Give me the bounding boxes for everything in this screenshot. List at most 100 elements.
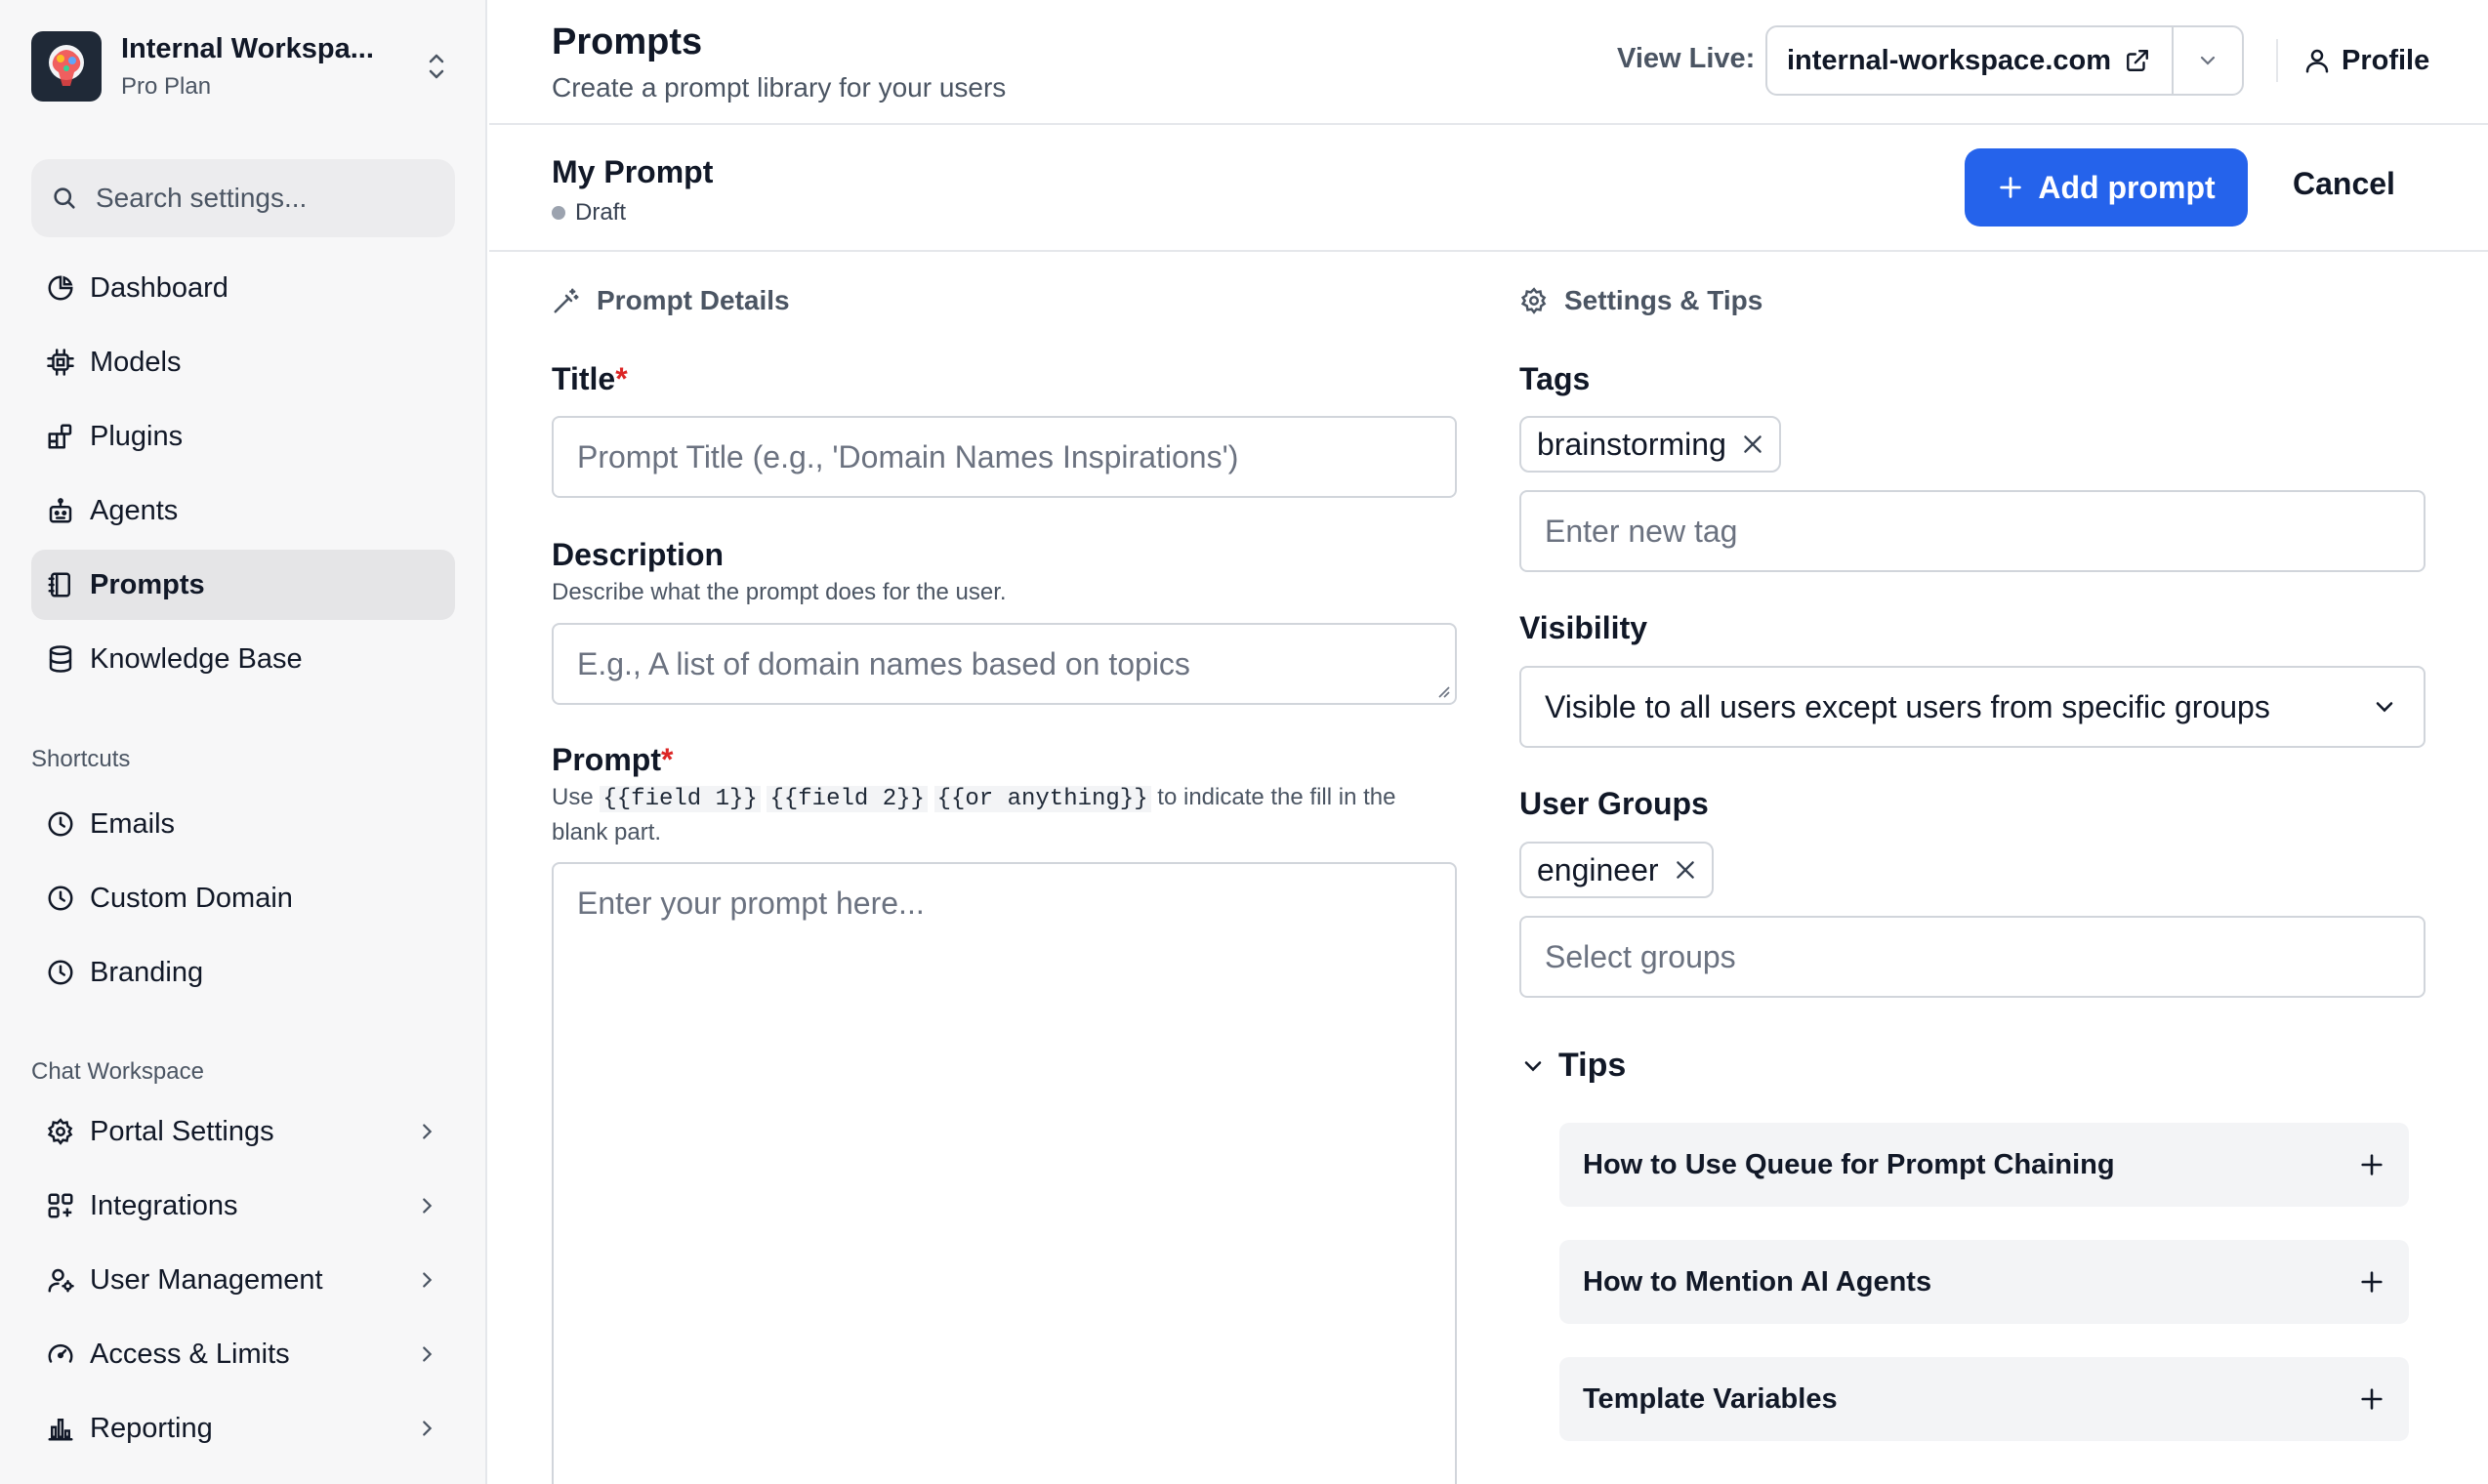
grid-icon <box>45 1190 76 1221</box>
sidebar-item-reporting[interactable]: Reporting <box>31 1393 455 1463</box>
description-label: Description <box>552 537 725 572</box>
open-live-site-button[interactable]: internal-workspace.com <box>1767 27 2174 94</box>
sidebar-item-integrations[interactable]: Integrations <box>31 1171 455 1241</box>
new-tag-input[interactable]: Enter new tag <box>1519 490 2426 572</box>
dashboard-icon <box>45 272 76 304</box>
page-subtitle: Create a prompt library for your users <box>552 72 1007 103</box>
workspace-plan: Pro Plan <box>121 72 212 100</box>
status-text: Draft <box>575 199 627 226</box>
title-label: Title* <box>552 361 628 396</box>
workspace-name: Internal Workspa... <box>121 32 374 64</box>
status-dot <box>552 206 565 220</box>
prompt-details-title: Prompt Details <box>597 285 790 315</box>
sidebar-item-branding[interactable]: Branding <box>31 937 455 1008</box>
sidebar-item-prompts[interactable]: Prompts <box>31 550 455 620</box>
view-live-label: View Live: <box>1617 43 1756 74</box>
plus-icon <box>2358 1268 2385 1296</box>
chevrons-up-down-icon[interactable] <box>417 47 456 86</box>
groups-placeholder: Select groups <box>1545 938 1736 974</box>
tips-label: Tips <box>1558 1047 1627 1084</box>
sidebar-item-emails[interactable]: Emails <box>31 789 455 859</box>
plus-icon <box>1997 174 2038 201</box>
prompt-help: Use {{field 1}} {{field 2}} {{or anythin… <box>552 784 1396 845</box>
page-header: Prompts Create a prompt library for your… <box>489 0 2488 125</box>
sidebar-item-portal-settings[interactable]: Portal Settings <box>31 1096 455 1167</box>
cancel-button[interactable]: Cancel <box>2293 166 2395 202</box>
clock-icon <box>45 957 76 988</box>
profile-label: Profile <box>2342 44 2430 76</box>
tip-accordion-item[interactable]: Template Variables <box>1559 1357 2409 1441</box>
sidebar-item-access-limits[interactable]: Access & Limits <box>31 1319 455 1389</box>
chat-workspace-nav: Portal Settings Integrations User Manage… <box>31 1096 455 1467</box>
sidebar: Internal Workspa... Pro Plan Dashboard M… <box>0 0 487 1484</box>
chevron-right-icon <box>416 1418 437 1439</box>
main-nav: Dashboard Models Plugins Agents Prompts … <box>31 253 455 698</box>
group-chip-label: engineer <box>1537 851 1659 887</box>
chevron-right-icon <box>416 1343 437 1365</box>
sidebar-item-plugins[interactable]: Plugins <box>31 401 455 472</box>
chat-workspace-section-label: Chat Workspace <box>31 1058 204 1085</box>
sidebar-item-user-management[interactable]: User Management <box>31 1245 455 1315</box>
domain-dropdown-button[interactable] <box>2174 27 2242 94</box>
clock-icon <box>45 883 76 914</box>
prompt-edit-bar: My Prompt Draft Add prompt Cancel <box>489 125 2488 252</box>
bar-chart-icon <box>45 1413 76 1444</box>
tips-toggle[interactable]: Tips <box>1519 1047 1626 1085</box>
settings-tips-title: Settings & Tips <box>1564 285 1763 315</box>
database-icon <box>45 643 76 675</box>
title-input[interactable]: Prompt Title (e.g., 'Domain Names Inspir… <box>552 416 1457 498</box>
new-tag-placeholder: Enter new tag <box>1545 513 1738 549</box>
add-prompt-label: Add prompt <box>2038 169 2216 205</box>
description-textarea[interactable]: E.g., A list of domain names based on to… <box>552 623 1457 705</box>
sidebar-item-dashboard[interactable]: Dashboard <box>31 253 455 323</box>
remove-tag-icon[interactable] <box>1726 432 1765 457</box>
add-prompt-button[interactable]: Add prompt <box>1965 148 2248 227</box>
domain-text: internal-workspace.com <box>1787 44 2111 76</box>
shortcuts-section-label: Shortcuts <box>31 746 131 772</box>
remove-group-icon[interactable] <box>1659 857 1698 883</box>
sidebar-item-models[interactable]: Models <box>31 327 455 397</box>
chevron-down-icon <box>2196 49 2219 72</box>
workspace-switcher[interactable]: Internal Workspa... Pro Plan <box>31 31 456 102</box>
chevron-right-icon <box>416 1121 437 1142</box>
workspace-logo <box>31 31 102 102</box>
gauge-icon <box>45 1339 76 1370</box>
tags-label: Tags <box>1519 361 1591 396</box>
tip-accordion-item[interactable]: How to Mention AI Agents <box>1559 1240 2409 1324</box>
external-link-icon <box>2111 48 2150 73</box>
user-icon <box>2302 46 2342 75</box>
plus-icon <box>2358 1385 2385 1413</box>
prompt-textarea[interactable]: Enter your prompt here... <box>552 862 1457 1484</box>
sidebar-item-agents[interactable]: Agents <box>31 475 455 546</box>
settings-search[interactable] <box>31 159 455 237</box>
prompt-details-heading: Prompt Details <box>552 285 790 316</box>
sidebar-item-custom-domain[interactable]: Custom Domain <box>31 863 455 933</box>
search-icon <box>51 185 78 212</box>
tip-title: How to Mention AI Agents <box>1583 1265 1932 1298</box>
title-placeholder: Prompt Title (e.g., 'Domain Names Inspir… <box>577 438 1239 474</box>
settings-tips-heading: Settings & Tips <box>1519 285 1762 316</box>
notebook-icon <box>45 569 76 600</box>
status-badge: Draft <box>552 199 626 227</box>
plus-icon <box>2358 1151 2385 1178</box>
resize-handle-icon[interactable] <box>1435 683 1451 699</box>
groups-select[interactable]: Select groups <box>1519 916 2426 998</box>
search-input[interactable] <box>96 183 428 214</box>
chevron-down-icon <box>2371 693 2398 721</box>
description-help: Describe what the prompt does for the us… <box>552 579 1007 605</box>
profile-button[interactable]: Profile <box>2302 39 2429 82</box>
bot-icon <box>45 495 76 526</box>
magic-wand-icon <box>552 286 597 315</box>
page-title: Prompts <box>552 21 703 62</box>
gear-icon <box>1519 286 1564 315</box>
tip-title: How to Use Queue for Prompt Chaining <box>1583 1148 2115 1180</box>
visibility-select[interactable]: Visible to all users except users from s… <box>1519 666 2426 748</box>
tag-chip: brainstorming <box>1519 416 1781 473</box>
shortcuts-nav: Emails Custom Domain Branding <box>31 789 455 1011</box>
cpu-icon <box>45 347 76 378</box>
group-chip: engineer <box>1519 842 1714 898</box>
users-gear-icon <box>45 1264 76 1296</box>
tip-accordion-item[interactable]: How to Use Queue for Prompt Chaining <box>1559 1123 2409 1207</box>
sidebar-item-knowledge-base[interactable]: Knowledge Base <box>31 624 455 694</box>
chevron-right-icon <box>416 1195 437 1216</box>
